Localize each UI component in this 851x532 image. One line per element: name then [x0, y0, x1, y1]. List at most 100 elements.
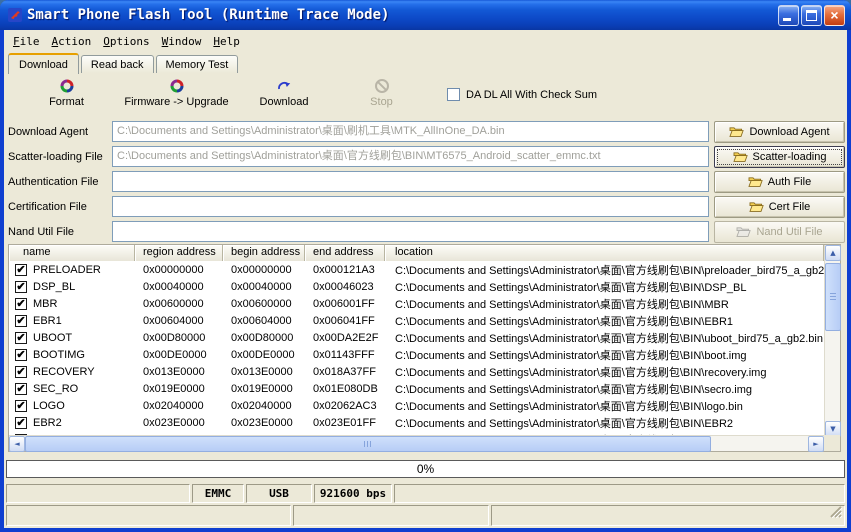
menu-window[interactable]: Window [156, 33, 208, 50]
scroll-right-icon[interactable]: ► [808, 436, 824, 452]
checkbox-label: DA DL All With Check Sum [466, 88, 598, 101]
tab-memory-test[interactable]: Memory Test [155, 55, 239, 73]
end-address: 0x01143FFF [313, 348, 375, 361]
nand-util-file-input[interactable] [112, 221, 709, 242]
vertical-scroll-thumb[interactable] [825, 263, 841, 331]
browse-button-label: Cert File [768, 200, 811, 213]
partition-name: PRELOADER [33, 263, 101, 276]
row-checkbox-checked[interactable]: ✔ [15, 382, 27, 395]
status-cell-empty-1 [6, 484, 190, 503]
partition-table: name region address begin address end ad… [8, 244, 841, 452]
scrollbar-corner [824, 435, 840, 451]
table-row-recovery[interactable]: ✔ RECOVERY 0x013E0000 0x013E0000 0x018A37FF C… [9, 363, 824, 380]
field-row-download-agent: Download Agent C:\Documents and Settings\… [4, 119, 847, 144]
authentication-file-input[interactable] [112, 171, 709, 192]
vertical-scrollbar[interactable]: ▲ ▼ [824, 245, 841, 437]
format-pinwheel-icon [59, 77, 75, 94]
download-button[interactable]: Download [234, 77, 334, 108]
open-folder-icon [729, 126, 745, 138]
name-cell: ✔ LOGO [9, 399, 135, 412]
header-begin-address[interactable]: begin address [223, 245, 305, 261]
region-address: 0x00604000 [143, 314, 204, 327]
table-row-bootimg[interactable]: ✔ BOOTIMG 0x00DE0000 0x00DE0000 0x01143FFF C:… [9, 346, 824, 363]
menu-help[interactable]: Help [207, 33, 246, 50]
menu-action[interactable]: Action [46, 33, 98, 50]
tab-download[interactable]: Download [8, 53, 79, 74]
format-label: Format [49, 96, 84, 108]
table-row-ebr2[interactable]: ✔ EBR2 0x023E0000 0x023E0000 0x023E01FF C:\Do… [9, 414, 824, 431]
cert-file-button[interactable]: Cert File [714, 195, 845, 218]
location: C:\Documents and Settings\Administrator\… [395, 349, 747, 362]
field-row-authentication-file: Authentication File Auth File [4, 169, 847, 194]
scroll-up-icon[interactable]: ▲ [825, 245, 841, 261]
region-address: 0x00000000 [143, 263, 204, 276]
table-row-uboot[interactable]: ✔ UBOOT 0x00D80000 0x00D80000 0x00DA2E2F C:\D… [9, 329, 824, 346]
maximize-button[interactable] [801, 4, 822, 26]
name-cell: ✔ UBOOT [9, 331, 135, 344]
download-agent-input[interactable]: C:\Documents and Settings\Administrator\… [112, 121, 709, 142]
table-row-dsp-bl[interactable]: ✔ DSP_BL 0x00040000 0x00040000 0x00046023 C:\… [9, 278, 824, 295]
row-checkbox-checked[interactable]: ✔ [15, 365, 27, 378]
table-row-sec-ro[interactable]: ✔ SEC_RO 0x019E0000 0x019E0000 0x01E080DB C:\… [9, 380, 824, 397]
row-checkbox-checked[interactable]: ✔ [15, 331, 27, 344]
format-button[interactable]: Format [14, 77, 119, 108]
table-row-ebr1[interactable]: ✔ EBR1 0x00604000 0x00604000 0x006041FF C:\Do… [9, 312, 824, 329]
status2-cell-empty-2 [293, 505, 489, 526]
checkbox-unchecked-icon[interactable] [447, 88, 460, 101]
table-row-preloader[interactable]: ✔ PRELOADER 0x00000000 0x00000000 0x000121A3… [9, 261, 824, 278]
authentication-file-label: Authentication File [8, 175, 99, 188]
name-cell: ✔ PRELOADER [9, 263, 135, 276]
begin-address: 0x023E0000 [231, 416, 293, 429]
header-location[interactable]: location [385, 245, 824, 261]
window-title: Smart Phone Flash Tool (Runtime Trace Mo… [27, 7, 390, 23]
menu-options[interactable]: Options [97, 33, 155, 50]
close-button[interactable]: × [824, 4, 845, 26]
menu-file[interactable]: File [7, 33, 46, 50]
row-checkbox-checked[interactable]: ✔ [15, 280, 27, 293]
certification-file-input[interactable] [112, 196, 709, 217]
nand-util-file-label: Nand Util File [8, 225, 75, 238]
vertical-scroll-track[interactable] [825, 261, 841, 421]
status2-cell-empty-1 [6, 505, 291, 526]
title-bar: Smart Phone Flash Tool (Runtime Trace Mo… [0, 0, 851, 30]
auth-file-button[interactable]: Auth File [714, 170, 845, 193]
firmware-upgrade-button[interactable]: Firmware -> Upgrade [119, 77, 234, 108]
download-agent-button[interactable]: Download Agent [714, 120, 845, 143]
row-checkbox-checked[interactable]: ✔ [15, 399, 27, 412]
resize-grip-icon[interactable] [828, 506, 843, 523]
browse-button-label: Auth File [767, 175, 812, 188]
download-label: Download [259, 96, 309, 108]
status2-cell-empty-3 [491, 505, 845, 526]
tab-read-back[interactable]: Read back [80, 55, 154, 73]
da-dl-checksum-option[interactable]: DA DL All With Check Sum [447, 88, 597, 101]
partition-name: MBR [33, 297, 58, 310]
region-address: 0x023E0000 [143, 416, 205, 429]
end-address: 0x00DA2E2F [313, 331, 379, 344]
horizontal-scrollbar[interactable]: ◄ ► [9, 435, 824, 452]
status-bar-row-1: EMMC USB 921600 bps [4, 483, 847, 504]
row-checkbox-checked[interactable]: ✔ [15, 297, 27, 310]
scroll-left-icon[interactable]: ◄ [9, 436, 25, 452]
location: C:\Documents and Settings\Administrator\… [395, 417, 734, 430]
row-checkbox-checked[interactable]: ✔ [15, 263, 27, 276]
minimize-button[interactable] [778, 4, 799, 26]
field-row-nand-util-file: Nand Util File Nand Util File [4, 219, 847, 244]
table-row-mbr[interactable]: ✔ MBR 0x00600000 0x00600000 0x006001FF C:\Doc… [9, 295, 824, 312]
table-row-logo[interactable]: ✔ LOGO 0x02040000 0x02040000 0x02062AC3 C:\Do… [9, 397, 824, 414]
row-checkbox-checked[interactable]: ✔ [15, 314, 27, 327]
scatter-loading-button[interactable]: Scatter-loading [714, 145, 845, 168]
row-checkbox-checked[interactable]: ✔ [15, 348, 27, 361]
partition-name: LOGO [33, 399, 65, 412]
horizontal-scroll-track[interactable] [25, 436, 808, 452]
scatter-loading-file-input[interactable]: C:\Documents and Settings\Administrator\… [112, 146, 709, 167]
field-row-scatter-loading-file: Scatter-loading File C:\Documents and Set… [4, 144, 847, 169]
location: C:\Documents and Settings\Administrator\… [395, 332, 823, 345]
header-end-address[interactable]: end address [305, 245, 385, 261]
begin-address: 0x00000000 [231, 263, 292, 276]
row-checkbox-checked[interactable]: ✔ [15, 416, 27, 429]
header-name[interactable]: name [9, 245, 135, 261]
header-region-address[interactable]: region address [135, 245, 223, 261]
progress-percent-label: 0% [416, 462, 435, 476]
partition-name: EBR1 [33, 314, 62, 327]
horizontal-scroll-thumb[interactable] [25, 436, 711, 452]
